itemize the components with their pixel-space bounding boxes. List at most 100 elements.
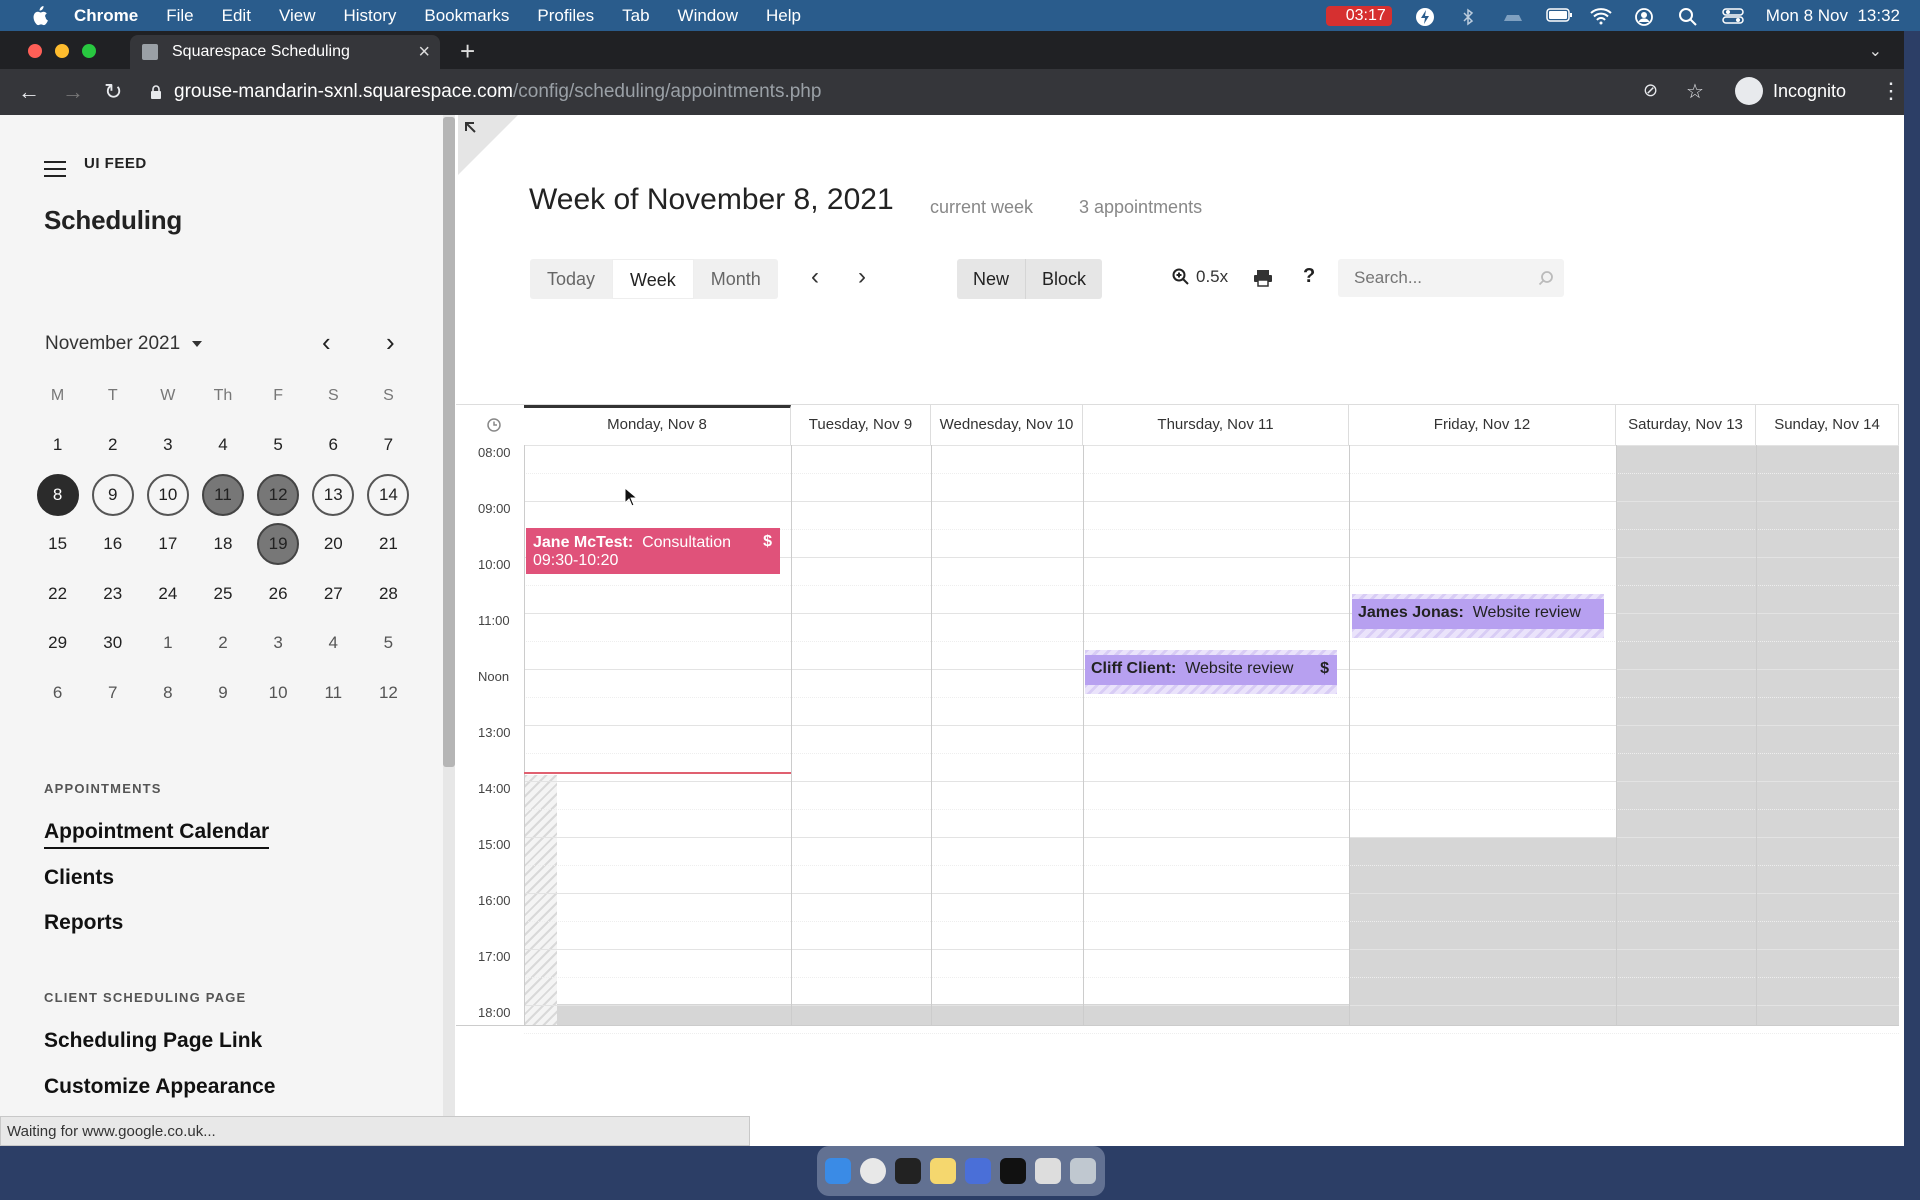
nav-clients[interactable]: Clients bbox=[44, 866, 114, 890]
tab-squarespace-scheduling[interactable]: Squarespace Scheduling × bbox=[130, 35, 440, 69]
month-selector[interactable]: November 2021 bbox=[45, 333, 203, 355]
menu-edit[interactable]: Edit bbox=[222, 6, 251, 26]
nav-reports[interactable]: Reports bbox=[44, 911, 123, 935]
day-cell[interactable]: 13 bbox=[312, 473, 355, 516]
day-cell[interactable]: 4 bbox=[195, 435, 250, 455]
chrome-icon[interactable] bbox=[860, 1158, 886, 1184]
block-time-button[interactable]: Block bbox=[1025, 259, 1102, 299]
day-cell[interactable]: 10 bbox=[146, 473, 189, 516]
help-button[interactable]: ? bbox=[1303, 265, 1315, 288]
day-header-saturday[interactable]: Saturday, Nov 13 bbox=[1616, 405, 1756, 445]
day-cell-next-month[interactable]: 10 bbox=[251, 683, 306, 703]
day-cell[interactable]: 25 bbox=[195, 584, 250, 604]
collapse-sidebar-icon[interactable] bbox=[458, 115, 518, 175]
day-cell-next-month[interactable]: 3 bbox=[251, 633, 306, 653]
day-cell[interactable]: 20 bbox=[306, 534, 361, 554]
tab-close-icon[interactable]: × bbox=[418, 41, 430, 64]
clock-icon[interactable] bbox=[486, 417, 502, 433]
day-cell-next-month[interactable]: 5 bbox=[361, 633, 416, 653]
day-cell[interactable]: 24 bbox=[140, 584, 195, 604]
appointment-jane-mctest[interactable]: Jane McTest: Consultation 09:30-10:20 $ bbox=[526, 528, 780, 574]
battery-icon[interactable] bbox=[1546, 7, 1572, 25]
finder-icon[interactable] bbox=[825, 1158, 851, 1184]
control-center-icon[interactable] bbox=[1722, 7, 1744, 25]
menu-file[interactable]: File bbox=[166, 6, 193, 26]
menu-app-name[interactable]: Chrome bbox=[74, 6, 138, 26]
day-cell-next-month[interactable]: 9 bbox=[195, 683, 250, 703]
day-cell-next-month[interactable]: 12 bbox=[361, 683, 416, 703]
day-header-tuesday[interactable]: Tuesday, Nov 9 bbox=[791, 405, 931, 445]
day-header-thursday[interactable]: Thursday, Nov 11 bbox=[1083, 405, 1349, 445]
day-cell-next-month[interactable]: 2 bbox=[195, 633, 250, 653]
day-cell-next-month[interactable]: 8 bbox=[140, 683, 195, 703]
day-cell-booked[interactable]: 11 bbox=[201, 473, 244, 516]
screen-recorder-icon[interactable] bbox=[1000, 1158, 1026, 1184]
day-cell-booked[interactable]: 12 bbox=[257, 473, 300, 516]
day-cell[interactable]: 1 bbox=[30, 435, 85, 455]
view-month-button[interactable]: Month bbox=[694, 259, 778, 299]
address-bar[interactable]: grouse-mandarin-sxnl.squarespace.com/con… bbox=[150, 76, 821, 108]
eye-off-icon[interactable]: ⊘ bbox=[1643, 80, 1658, 101]
day-cell[interactable]: 18 bbox=[195, 534, 250, 554]
search-input[interactable] bbox=[1338, 259, 1534, 297]
nav-appointment-calendar[interactable]: Appointment Calendar bbox=[44, 820, 270, 849]
nav-scheduling-page-link[interactable]: Scheduling Page Link bbox=[44, 1029, 262, 1053]
preview-icon[interactable] bbox=[1035, 1158, 1061, 1184]
trash-icon[interactable] bbox=[1070, 1158, 1096, 1184]
bluetooth-off-icon[interactable] bbox=[1458, 7, 1480, 25]
day-header-sunday[interactable]: Sunday, Nov 14 bbox=[1756, 405, 1899, 445]
day-cell[interactable]: 6 bbox=[306, 435, 361, 455]
close-window-button[interactable] bbox=[28, 44, 42, 58]
site-name[interactable]: UI FEED bbox=[84, 155, 147, 172]
day-cell[interactable]: 15 bbox=[30, 534, 85, 554]
day-cell[interactable]: 28 bbox=[361, 584, 416, 604]
day-cell[interactable]: 14 bbox=[367, 473, 410, 516]
bolt-icon[interactable] bbox=[1414, 7, 1436, 26]
user-icon[interactable] bbox=[1634, 7, 1656, 26]
prev-week-chevron-icon[interactable]: ‹ bbox=[811, 263, 819, 291]
spotlight-search-icon[interactable] bbox=[1678, 7, 1700, 26]
reload-icon[interactable]: ↻ bbox=[104, 79, 122, 105]
bolt-app-icon[interactable] bbox=[965, 1158, 991, 1184]
next-week-chevron-icon[interactable]: › bbox=[858, 263, 866, 291]
notes-icon[interactable] bbox=[930, 1158, 956, 1184]
tab-search-chevron-icon[interactable]: ⌄ bbox=[1869, 41, 1882, 61]
wifi-icon[interactable] bbox=[1590, 7, 1612, 25]
day-cell-next-month[interactable]: 6 bbox=[30, 683, 85, 703]
back-icon[interactable]: ← bbox=[18, 79, 40, 105]
sidebar-scrollbar-thumb[interactable] bbox=[443, 117, 455, 767]
print-icon[interactable] bbox=[1253, 269, 1273, 287]
day-cell-next-month[interactable]: 11 bbox=[306, 683, 361, 703]
zoom-button[interactable]: 0.5x bbox=[1172, 267, 1228, 287]
day-cell[interactable]: 29 bbox=[30, 633, 85, 653]
day-cell[interactable]: 23 bbox=[85, 584, 140, 604]
new-tab-button[interactable]: + bbox=[460, 36, 475, 67]
prev-month-chevron-icon[interactable]: ‹ bbox=[322, 327, 331, 358]
view-week-button[interactable]: Week bbox=[612, 259, 694, 299]
appointment-cliff-client[interactable]: Cliff Client: Website review $ bbox=[1085, 655, 1337, 685]
menu-tab[interactable]: Tab bbox=[622, 6, 649, 26]
day-cell-booked[interactable]: 19 bbox=[257, 523, 300, 566]
day-cell[interactable]: 16 bbox=[85, 534, 140, 554]
zoom-window-button[interactable] bbox=[82, 44, 96, 58]
day-cell[interactable]: 21 bbox=[361, 534, 416, 554]
appointment-james-jonas[interactable]: James Jonas: Website review bbox=[1352, 599, 1604, 629]
day-cell[interactable]: 9 bbox=[91, 473, 134, 516]
view-today-button[interactable]: Today bbox=[530, 259, 612, 299]
day-cell[interactable]: 30 bbox=[85, 633, 140, 653]
next-month-chevron-icon[interactable]: › bbox=[386, 327, 395, 358]
new-appointment-button[interactable]: New bbox=[957, 259, 1025, 299]
day-cell[interactable]: 17 bbox=[140, 534, 195, 554]
incognito-profile-button[interactable]: Incognito bbox=[1734, 77, 1846, 105]
day-header-wednesday[interactable]: Wednesday, Nov 10 bbox=[931, 405, 1083, 445]
terminal-icon[interactable] bbox=[895, 1158, 921, 1184]
minimize-window-button[interactable] bbox=[55, 44, 69, 58]
day-cell[interactable]: 26 bbox=[251, 584, 306, 604]
day-cell[interactable]: 27 bbox=[306, 584, 361, 604]
hamburger-menu-icon[interactable] bbox=[44, 161, 66, 182]
menubar-clock[interactable]: Mon 8 Nov 13:32 bbox=[1766, 6, 1900, 26]
menu-history[interactable]: History bbox=[343, 6, 396, 26]
day-cell[interactable]: 5 bbox=[251, 435, 306, 455]
menu-bookmarks[interactable]: Bookmarks bbox=[424, 6, 509, 26]
menu-window[interactable]: Window bbox=[678, 6, 738, 26]
